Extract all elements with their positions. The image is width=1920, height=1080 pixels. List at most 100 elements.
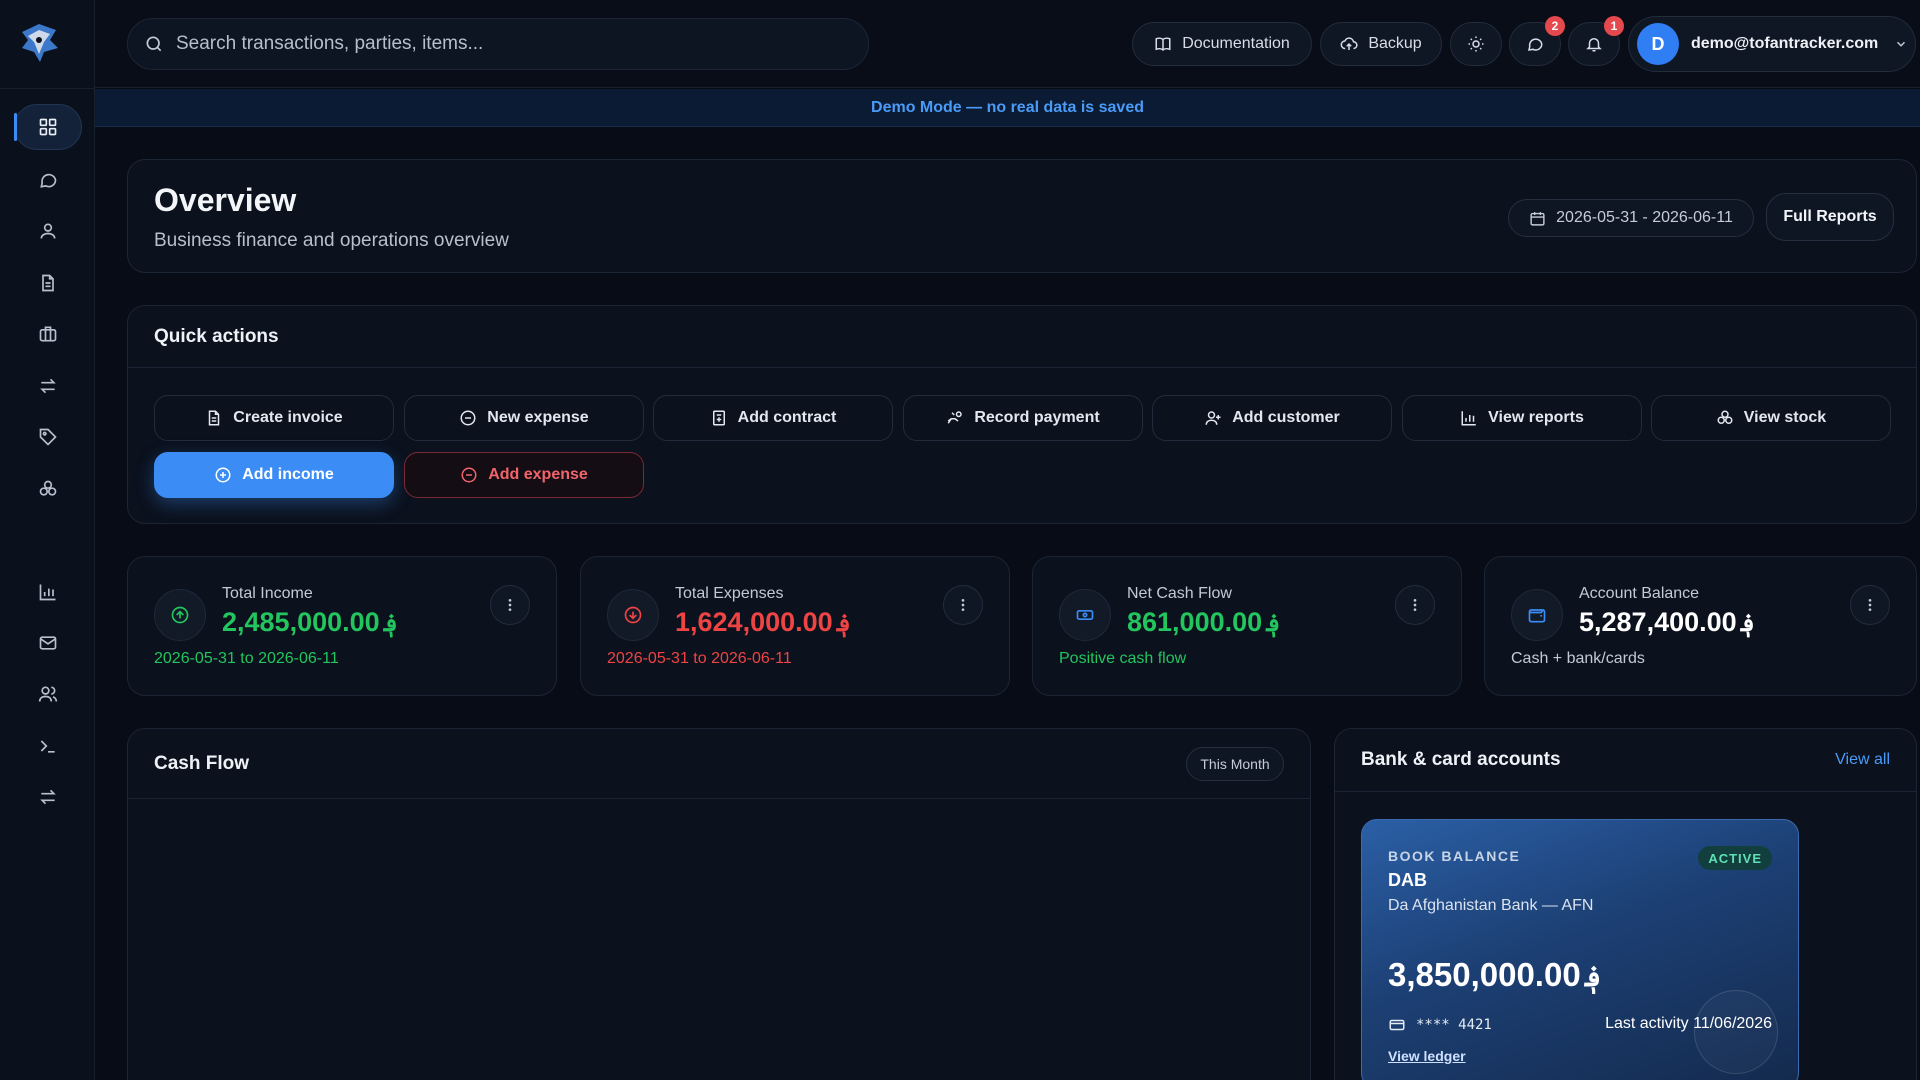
new-expense-button[interactable]: New expense — [404, 395, 644, 441]
notifications-button[interactable]: 1 — [1568, 16, 1624, 66]
stat-label: Net Cash Flow — [1127, 585, 1232, 602]
sidebar-item-terminal[interactable] — [14, 723, 82, 769]
messages-button[interactable]: 2 — [1509, 16, 1565, 66]
stat-amount: 2,485,000.00 — [222, 607, 380, 637]
add-customer-button[interactable]: Add customer — [1152, 395, 1392, 441]
documentation-label: Documentation — [1182, 35, 1290, 52]
add-contract-label: Add contract — [737, 409, 837, 426]
arrow-down-circle-icon — [624, 606, 642, 624]
document-icon — [42, 274, 54, 292]
date-range-picker[interactable]: 2026-05-31 - 2026-06-11 — [1508, 199, 1754, 237]
tag-icon — [39, 428, 57, 446]
currency-symbol: ؋ — [836, 610, 851, 637]
view-stock-button[interactable]: View stock — [1651, 395, 1891, 441]
view-stock-label: View stock — [1743, 409, 1827, 426]
stat-value: 2,485,000.00 ؋ — [222, 607, 398, 638]
documentation-button[interactable]: Documentation — [1132, 22, 1312, 66]
create-invoice-label: Create invoice — [233, 409, 343, 426]
theme-toggle-button[interactable] — [1450, 22, 1502, 66]
sidebar-item-transfers[interactable] — [14, 363, 82, 409]
backup-button[interactable]: Backup — [1320, 22, 1442, 66]
sidebar-item-reports[interactable] — [14, 569, 82, 615]
add-expense-button[interactable]: Add expense — [404, 452, 644, 498]
wallet-icon — [1528, 609, 1546, 623]
demo-mode-banner: Demo Mode — no real data is saved — [95, 89, 1920, 127]
search-bar[interactable] — [127, 18, 869, 70]
cash-icon — [1076, 610, 1094, 620]
sidebar-item-messages[interactable] — [14, 157, 82, 203]
sidebar-item-invoices[interactable] — [14, 260, 82, 306]
expense-icon-wrap — [607, 589, 659, 641]
sidebar-item-sync[interactable] — [14, 774, 82, 820]
dashboard-icon — [39, 118, 57, 136]
file-text-icon — [209, 410, 220, 426]
sidebar-item-tags[interactable] — [14, 414, 82, 460]
sidebar-item-business[interactable] — [14, 311, 82, 357]
quick-actions-title: Quick actions — [128, 306, 1916, 368]
avatar: D — [1637, 23, 1679, 65]
chat-bubble-icon — [40, 173, 57, 188]
more-options-button[interactable] — [1395, 585, 1435, 625]
mail-icon — [39, 636, 57, 650]
stat-label: Account Balance — [1579, 585, 1700, 602]
create-invoice-button[interactable]: Create invoice — [154, 395, 394, 441]
more-vertical-icon — [961, 599, 965, 611]
stat-value: 5,287,400.00 ؋ — [1579, 607, 1755, 638]
credit-card-icon — [1389, 1019, 1405, 1031]
stat-card-total-income: Total Income 2,485,000.00 ؋ 2026-05-31 to… — [127, 556, 557, 696]
briefcase-icon — [39, 326, 57, 342]
user-plus-icon — [1205, 411, 1221, 425]
stat-card-net-cash-flow: Net Cash Flow 861,000.00 ؋ Positive cash … — [1032, 556, 1462, 696]
boxes-icon — [1717, 410, 1733, 424]
add-contract-button[interactable]: Add contract — [653, 395, 893, 441]
record-payment-button[interactable]: Record payment — [903, 395, 1143, 441]
view-all-link[interactable]: View all — [1835, 751, 1890, 769]
add-income-button[interactable]: Add income — [154, 452, 394, 498]
overview-header-card: Overview Business finance and operations… — [127, 159, 1917, 273]
sidebar — [0, 0, 95, 1080]
last-activity: Last activity 11/06/2026 — [1605, 1015, 1772, 1032]
cash-flow-card: Cash Flow This Month — [127, 728, 1311, 1080]
account-balance: 3,850,000.00 ؋ — [1388, 956, 1601, 994]
sidebar-item-users[interactable] — [14, 671, 82, 717]
bank-account-card[interactable]: BOOK BALANCE ACTIVE DAB Da Afghanistan B… — [1361, 819, 1799, 1080]
more-options-button[interactable] — [943, 585, 983, 625]
view-ledger-link[interactable]: View ledger — [1388, 1048, 1466, 1064]
sidebar-item-dashboard[interactable] — [14, 104, 82, 150]
book-balance-label: BOOK BALANCE — [1388, 848, 1521, 864]
add-income-label: Add income — [242, 466, 334, 483]
sidebar-item-inventory[interactable] — [14, 466, 82, 512]
stat-label: Total Income — [222, 585, 313, 602]
cash-flow-period-select[interactable]: This Month — [1186, 747, 1284, 781]
stat-amount: 5,287,400.00 — [1579, 607, 1737, 637]
more-vertical-icon — [1413, 599, 1417, 611]
currency-symbol: ؋ — [1740, 610, 1755, 637]
sidebar-item-profile[interactable] — [14, 208, 82, 254]
balance-amount: 3,850,000.00 — [1388, 956, 1581, 993]
stat-amount: 1,624,000.00 — [675, 607, 833, 637]
full-reports-button[interactable]: Full Reports — [1766, 193, 1894, 241]
search-input[interactable] — [176, 33, 836, 55]
status-badge: ACTIVE — [1698, 846, 1772, 870]
book-icon — [1155, 37, 1171, 52]
more-options-button[interactable] — [490, 585, 530, 625]
view-reports-button[interactable]: View reports — [1402, 395, 1642, 441]
sidebar-item-mail[interactable] — [14, 620, 82, 666]
topbar: Documentation Backup 2 1 D demo@tofantra… — [95, 0, 1920, 88]
quick-actions-card: Quick actions Create invoice New expense… — [127, 305, 1917, 524]
users-icon — [38, 686, 58, 702]
notifications-badge: 1 — [1604, 16, 1624, 36]
app-logo[interactable] — [14, 18, 64, 68]
arrow-up-circle-icon — [171, 606, 189, 624]
more-options-button[interactable] — [1850, 585, 1890, 625]
stat-card-account-balance: Account Balance 5,287,400.00 ؋ Cash + ban… — [1484, 556, 1917, 696]
view-reports-label: View reports — [1488, 409, 1584, 426]
date-range-value: 2026-05-31 - 2026-06-11 — [1556, 209, 1733, 226]
contract-icon — [712, 410, 725, 426]
messages-badge: 2 — [1545, 16, 1565, 36]
cash-flow-title: Cash Flow — [128, 729, 1310, 799]
income-icon-wrap — [154, 589, 206, 641]
add-expense-label: Add expense — [488, 466, 588, 483]
user-menu[interactable]: D demo@tofantracker.com — [1628, 16, 1916, 72]
hand-coins-icon — [947, 411, 963, 424]
